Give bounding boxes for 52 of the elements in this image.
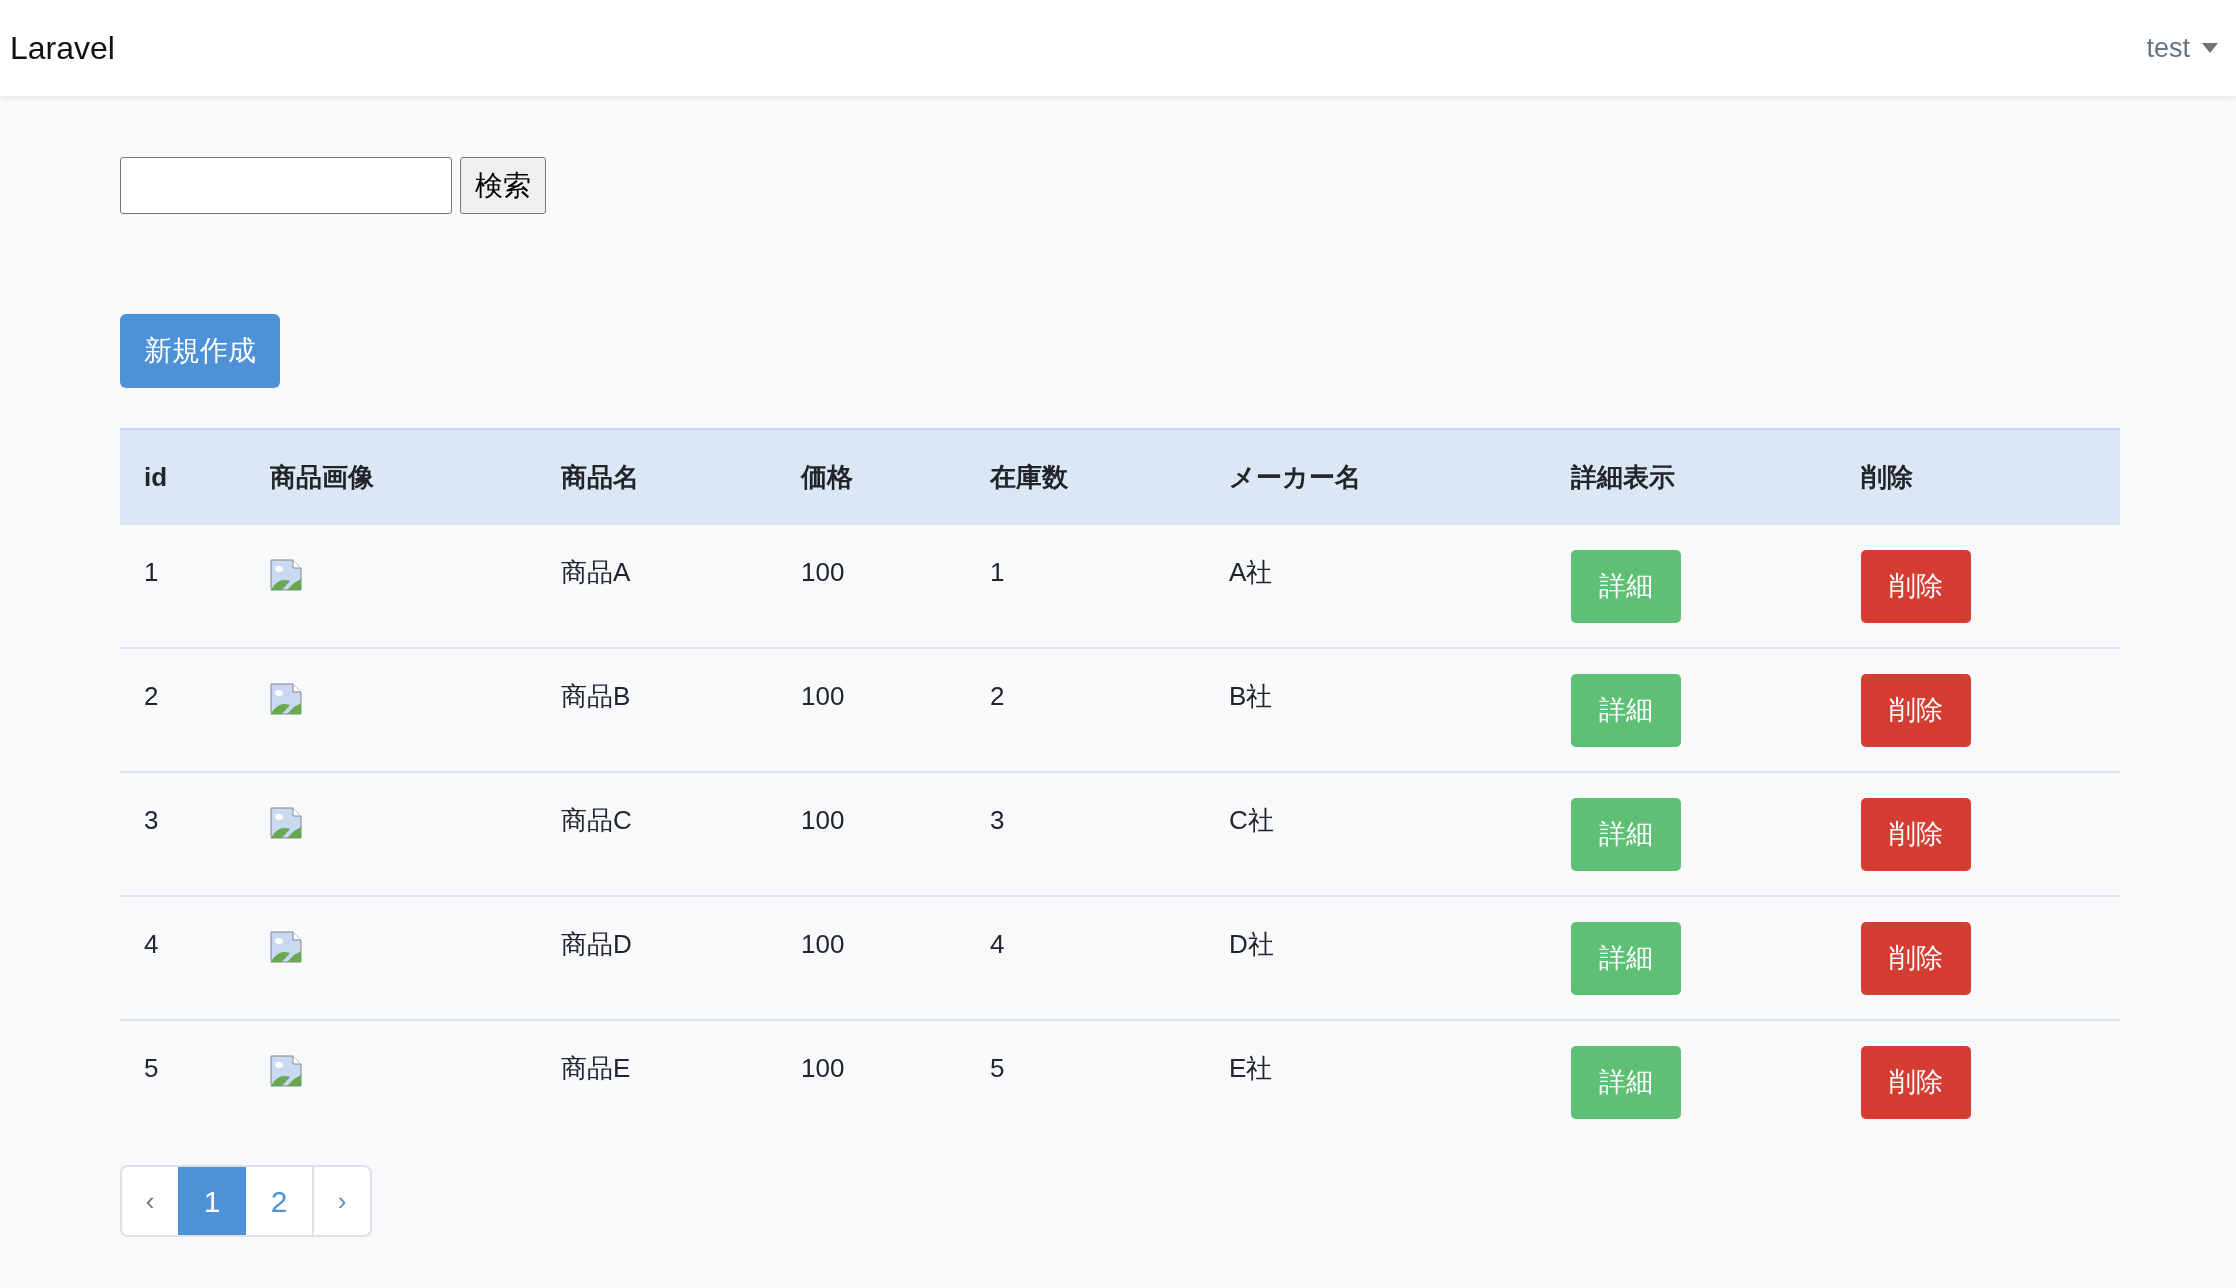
table-cell: 2 bbox=[144, 681, 159, 711]
broken-image-icon bbox=[270, 1055, 302, 1087]
column-header: 商品名 bbox=[561, 462, 639, 492]
table-cell: 商品E bbox=[561, 1053, 631, 1083]
table-cell: C社 bbox=[1229, 805, 1274, 835]
table-cell: 100 bbox=[801, 929, 845, 959]
column-header: 商品画像 bbox=[270, 462, 374, 492]
table-cell: 4 bbox=[144, 929, 159, 959]
search-field[interactable] bbox=[120, 157, 452, 214]
page-link[interactable]: 2 bbox=[246, 1167, 314, 1235]
table-cell: 1 bbox=[144, 557, 159, 587]
column-header: メーカー名 bbox=[1229, 462, 1361, 492]
create-button[interactable]: 新規作成 bbox=[120, 314, 280, 388]
table-cell: B社 bbox=[1229, 681, 1273, 711]
table-cell: 3 bbox=[144, 805, 159, 835]
table-cell: 商品A bbox=[561, 557, 631, 587]
table-cell: 5 bbox=[990, 1053, 1005, 1083]
table-cell: 商品B bbox=[561, 681, 631, 711]
table-cell: 3 bbox=[990, 805, 1005, 835]
table-cell: 2 bbox=[990, 681, 1005, 711]
table-cell: 商品C bbox=[561, 805, 632, 835]
column-header: 価格 bbox=[801, 462, 853, 492]
next-page-link[interactable]: › bbox=[314, 1167, 370, 1235]
delete-button[interactable]: 削除 bbox=[1861, 674, 1971, 747]
user-dropdown[interactable]: test bbox=[2146, 27, 2226, 69]
column-header: 在庫数 bbox=[990, 462, 1068, 492]
delete-button[interactable]: 削除 bbox=[1861, 1046, 1971, 1119]
brand-link[interactable]: Laravel bbox=[10, 24, 115, 72]
column-header: 削除 bbox=[1861, 462, 1913, 492]
broken-image-icon bbox=[270, 807, 302, 839]
table-cell: E社 bbox=[1229, 1053, 1273, 1083]
delete-button[interactable]: 削除 bbox=[1861, 550, 1971, 623]
table-cell: 100 bbox=[801, 681, 845, 711]
page-link[interactable]: 1 bbox=[178, 1167, 246, 1235]
delete-button[interactable]: 削除 bbox=[1861, 922, 1971, 995]
table-cell: 4 bbox=[990, 929, 1005, 959]
table-cell: 1 bbox=[990, 557, 1005, 587]
broken-image-icon bbox=[270, 683, 302, 715]
column-header: id bbox=[144, 462, 168, 492]
table-cell: 100 bbox=[801, 557, 845, 587]
search-button[interactable]: 検索 bbox=[460, 157, 546, 214]
broken-image-icon bbox=[270, 559, 302, 591]
delete-button[interactable]: 削除 bbox=[1861, 798, 1971, 871]
table-cell: 100 bbox=[801, 805, 845, 835]
table-cell: 100 bbox=[801, 1053, 845, 1083]
broken-image-icon bbox=[270, 931, 302, 963]
table-cell: D社 bbox=[1229, 929, 1274, 959]
caret-icon bbox=[2202, 43, 2218, 53]
table-cell: 商品D bbox=[561, 929, 632, 959]
column-header: 詳細表示 bbox=[1571, 462, 1675, 492]
table-cell: 5 bbox=[144, 1053, 159, 1083]
table-cell: A社 bbox=[1229, 557, 1273, 587]
